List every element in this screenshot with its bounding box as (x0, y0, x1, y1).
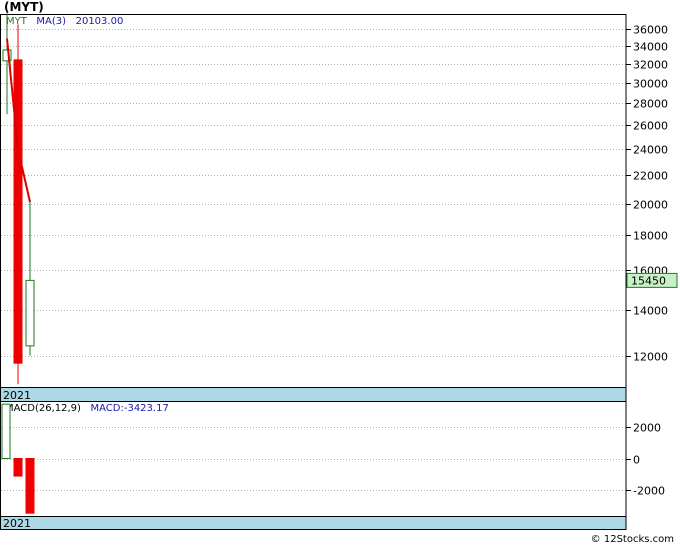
price-tick-label: 34000 (633, 41, 668, 54)
price-tick-label: 14000 (633, 305, 668, 318)
price-tick-label: 36000 (633, 24, 668, 37)
macd-tick-label: 0 (633, 454, 640, 467)
macd-tick-label: -2000 (633, 485, 665, 498)
macd-x-axis-label: 2021 (3, 517, 31, 530)
price-tick-label: 22000 (633, 170, 668, 183)
price-tick-label: 20000 (633, 199, 668, 212)
price-tick-label: 30000 (633, 78, 668, 91)
price-panel: 1200014000160001800020000220002400026000… (0, 12, 678, 402)
price-tick-label: 12000 (633, 351, 668, 364)
price-tick-label: 28000 (633, 98, 668, 111)
macd-x-axis-band (0, 516, 627, 530)
stock-chart: 1200014000160001800020000220002400026000… (0, 12, 678, 530)
price-tick-label: 18000 (633, 230, 668, 243)
macd-bar (13, 458, 23, 477)
price-x-axis-band (0, 387, 627, 402)
last-price-label: 15450 (631, 274, 666, 287)
macd-panel: 2000 0 -2000 2021 (0, 401, 665, 530)
price-x-axis-label: 2021 (3, 389, 31, 402)
macd-tick-label: 2000 (633, 422, 661, 435)
price-plot-frame (0, 14, 627, 388)
price-tick-label: 26000 (633, 120, 668, 133)
price-tick-label: 32000 (633, 59, 668, 72)
candle-body (25, 279, 35, 347)
candle-body (13, 59, 23, 364)
macd-bar (1, 403, 11, 460)
price-tick-label: 24000 (633, 144, 668, 157)
macd-bar (25, 458, 35, 514)
